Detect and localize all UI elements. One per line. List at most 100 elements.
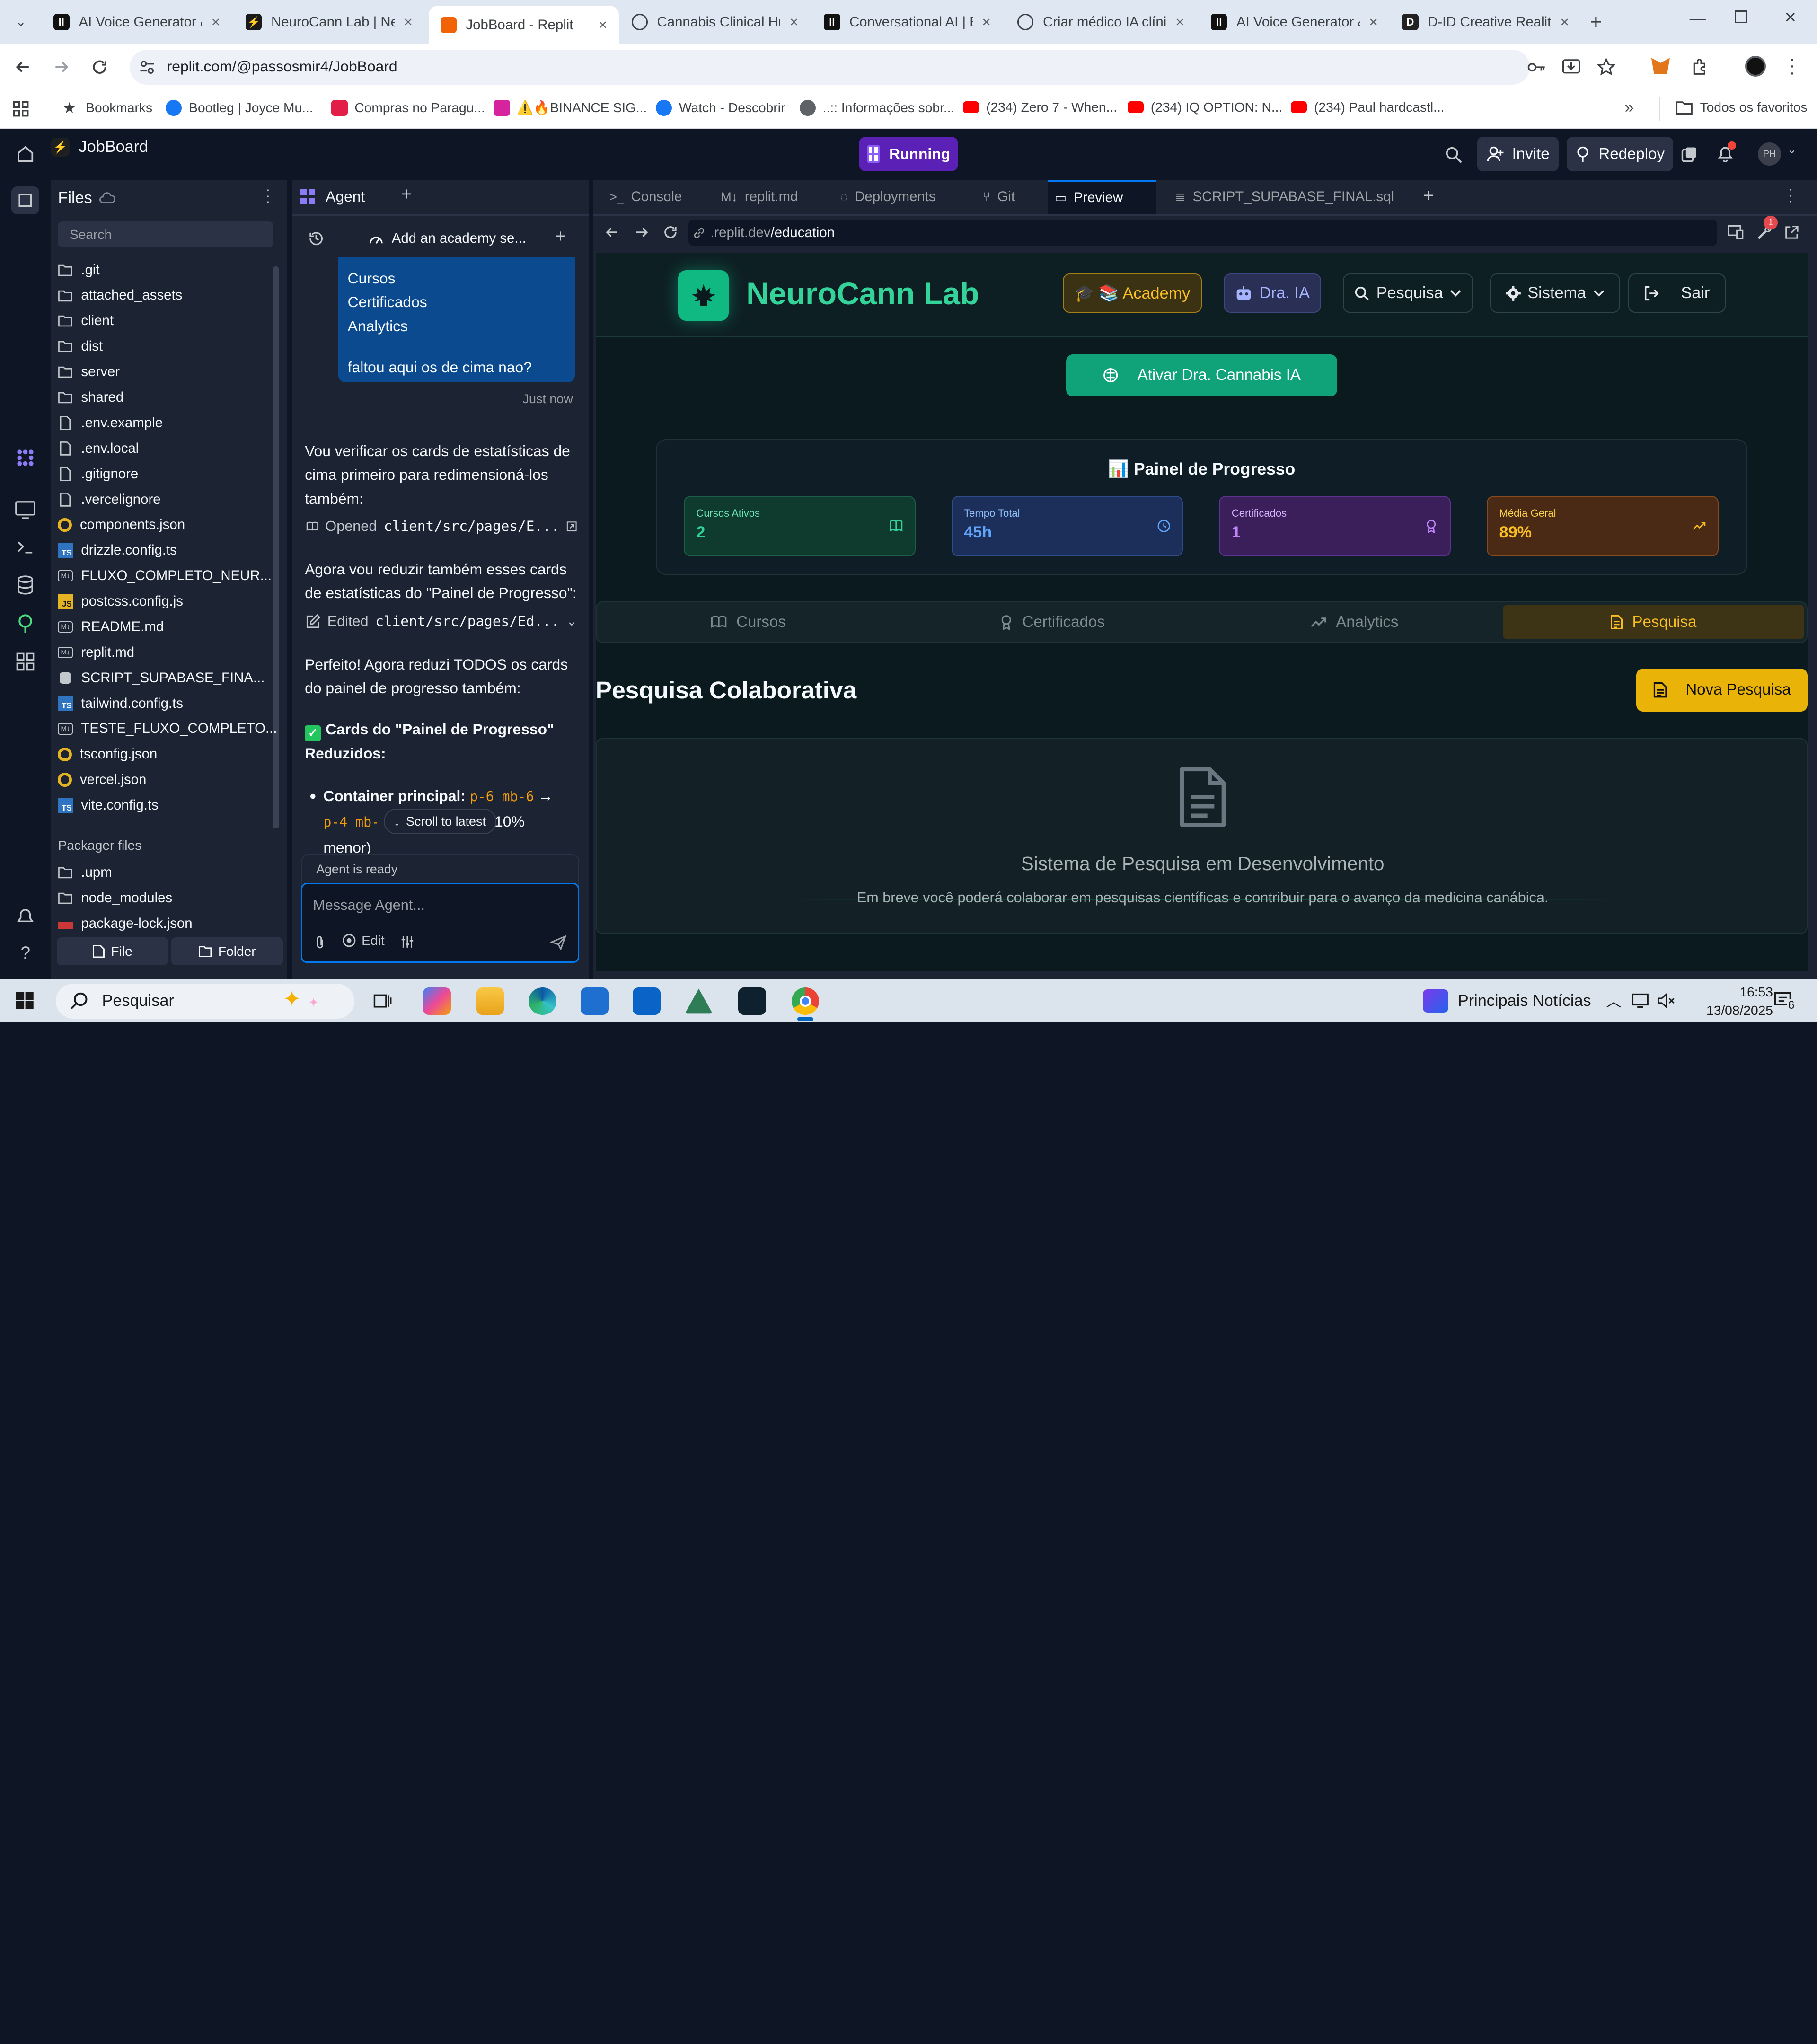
- open-new-window-icon[interactable]: [1784, 225, 1799, 240]
- deployments-tool-icon[interactable]: [14, 612, 37, 635]
- stake-app-icon[interactable]: [738, 987, 766, 1015]
- folder-item[interactable]: shared: [58, 385, 278, 410]
- dra-ia-nav-button[interactable]: Dra. IA: [1224, 273, 1321, 313]
- password-key-icon[interactable]: [1527, 59, 1546, 75]
- brand-logo[interactable]: [678, 270, 729, 321]
- database-tool-icon[interactable]: [14, 573, 37, 597]
- windows-start-icon[interactable]: [16, 992, 34, 1010]
- preview-url-bar[interactable]: .replit.dev/education: [688, 220, 1718, 246]
- multiplayer-icon[interactable]: [1681, 146, 1697, 162]
- send-icon[interactable]: [550, 934, 567, 951]
- browser-menu-icon[interactable]: · · ·: [1789, 49, 1795, 82]
- agent-tab[interactable]: Agent: [299, 188, 365, 205]
- workspace-tab[interactable]: ▭ Preview: [1047, 179, 1157, 215]
- workspace-tab[interactable]: ≣ SCRIPT_SUPABASE_FINAL.sql: [1168, 180, 1395, 214]
- workspace-tab[interactable]: M↓ replit.md: [714, 180, 823, 214]
- tab-certificados[interactable]: Certificados: [900, 602, 1204, 642]
- back-icon[interactable]: [14, 58, 32, 76]
- preview-back-icon[interactable]: [605, 225, 620, 240]
- bookmark-item[interactable]: (234) IQ OPTION: N...: [1127, 100, 1282, 115]
- history-icon[interactable]: [308, 230, 324, 247]
- notifications-bell[interactable]: [1717, 141, 1736, 162]
- browser-tab[interactable]: II Conversational AI | E ×: [812, 6, 1003, 38]
- file-item[interactable]: .vercelignore: [58, 487, 278, 512]
- file-explorer-icon[interactable]: [476, 987, 504, 1015]
- outlook-icon[interactable]: [633, 987, 661, 1015]
- folder-item[interactable]: node_modules: [58, 885, 278, 911]
- file-item[interactable]: tsconfig.json: [58, 741, 278, 767]
- file-item[interactable]: vercel.json: [58, 767, 278, 793]
- profile-avatar-icon[interactable]: [1745, 55, 1766, 77]
- folder-item[interactable]: server: [58, 359, 278, 385]
- search-icon[interactable]: [1445, 146, 1463, 164]
- new-folder-button[interactable]: Folder: [171, 937, 283, 965]
- activate-dra-cannabis-button[interactable]: Ativar Dra. Cannabis IA: [1066, 354, 1338, 396]
- file-item[interactable]: M↓ README.md: [58, 614, 278, 640]
- new-tab-button[interactable]: +: [1590, 10, 1602, 34]
- close-window-button[interactable]: ×: [1784, 6, 1796, 28]
- browser-tab[interactable]: JobBoard - Replit ×: [429, 6, 619, 44]
- browser-tab[interactable]: D D-ID Creative Reality ×: [1391, 6, 1581, 38]
- volume-muted-icon[interactable]: [1657, 993, 1676, 1008]
- news-widget[interactable]: Principais Notícias: [1423, 989, 1591, 1013]
- close-tab-icon[interactable]: ×: [212, 13, 221, 31]
- files-menu-icon[interactable]: · · ·: [265, 182, 271, 208]
- academy-nav-button[interactable]: 🎓 📚 Academy: [1062, 273, 1202, 313]
- browser-tab[interactable]: II AI Voice Generator & ×: [42, 6, 232, 38]
- redeploy-button[interactable]: Redeploy: [1567, 136, 1674, 172]
- tray-chevron-icon[interactable]: ︿: [1606, 989, 1621, 1011]
- new-workspace-tab-icon[interactable]: +: [1423, 185, 1434, 206]
- new-file-button[interactable]: File: [56, 937, 168, 965]
- workspace-menu-icon[interactable]: · · ·: [1788, 182, 1793, 208]
- agent-message-input[interactable]: Message Agent... Edit: [301, 882, 580, 963]
- file-item[interactable]: SCRIPT_SUPABASE_FINA...: [58, 665, 278, 691]
- nova-pesquisa-button[interactable]: Nova Pesquisa: [1636, 669, 1808, 712]
- sair-button[interactable]: Sair: [1628, 273, 1726, 313]
- attach-icon[interactable]: [314, 935, 326, 950]
- copilot-app-icon[interactable]: [423, 987, 451, 1015]
- bookmark-item[interactable]: Compras no Paragu...: [331, 99, 485, 116]
- browser-tab[interactable]: ⚡ NeuroCann Lab | Ne ×: [234, 6, 424, 38]
- tab-cursos[interactable]: Cursos: [597, 602, 900, 642]
- folder-item[interactable]: .git: [58, 257, 278, 283]
- browser-tab[interactable]: Cannabis Clinical Hu ×: [620, 6, 810, 38]
- file-item[interactable]: components.json: [58, 512, 278, 537]
- replit-apps-icon[interactable]: [14, 446, 37, 469]
- folder-item[interactable]: .upm: [58, 860, 278, 885]
- preview-forward-icon[interactable]: [634, 225, 649, 240]
- scroll-to-latest-button[interactable]: ↓ Scroll to latest: [383, 809, 496, 835]
- preview-reload-icon[interactable]: [663, 225, 678, 240]
- close-tab-icon[interactable]: ×: [1560, 13, 1569, 31]
- file-item[interactable]: M↓ FLUXO_COMPLETO_NEUR...: [58, 563, 278, 589]
- sistema-dropdown[interactable]: Sistema: [1490, 273, 1620, 313]
- file-item[interactable]: TS vite.config.ts: [58, 793, 278, 818]
- preview-tool-icon[interactable]: [14, 497, 37, 520]
- new-agent-tab-icon[interactable]: +: [401, 184, 412, 205]
- file-item[interactable]: .env.local: [58, 436, 278, 461]
- workspace-tab[interactable]: ◌ Deployments: [833, 180, 963, 214]
- help-icon[interactable]: ?: [14, 943, 37, 966]
- close-tab-icon[interactable]: ×: [1369, 13, 1378, 31]
- minimize-button[interactable]: —: [1690, 9, 1706, 28]
- extensions-icon[interactable]: [1691, 58, 1709, 76]
- browser-tab[interactable]: II AI Voice Generator & ×: [1200, 6, 1390, 38]
- bookmark-item[interactable]: ..:: Informações sobr...: [799, 99, 954, 116]
- clock[interactable]: 16:53 13/08/2025: [1703, 983, 1773, 1020]
- bookmark-item[interactable]: Bootleg | Joyce Mu...: [166, 99, 313, 116]
- files-tool-icon[interactable]: [11, 186, 40, 215]
- more-bookmarks-chevron[interactable]: »: [1624, 98, 1633, 117]
- account-chevron-icon[interactable]: ⌄: [1787, 142, 1797, 157]
- workspace-tab[interactable]: ⑂ Git: [976, 180, 1036, 214]
- opened-file-action[interactable]: Opened client/src/pages/E...: [306, 518, 577, 535]
- all-tools-icon[interactable]: [14, 650, 37, 673]
- browser-tab[interactable]: Criar médico IA clínic ×: [1006, 6, 1196, 38]
- settings-sliders-icon[interactable]: [400, 935, 415, 949]
- home-icon[interactable]: [16, 145, 35, 163]
- devtools-button[interactable]: 1: [1757, 215, 1778, 240]
- microsoft-store-icon[interactable]: [580, 987, 609, 1015]
- metamask-icon[interactable]: [1651, 58, 1670, 74]
- project-title[interactable]: ⚡ JobBoard: [51, 138, 148, 157]
- bookmark-item[interactable]: Watch - Descobrir: [656, 99, 785, 116]
- tab-pesquisa[interactable]: Pesquisa: [1502, 604, 1804, 640]
- folder-item[interactable]: attached_assets: [58, 283, 278, 308]
